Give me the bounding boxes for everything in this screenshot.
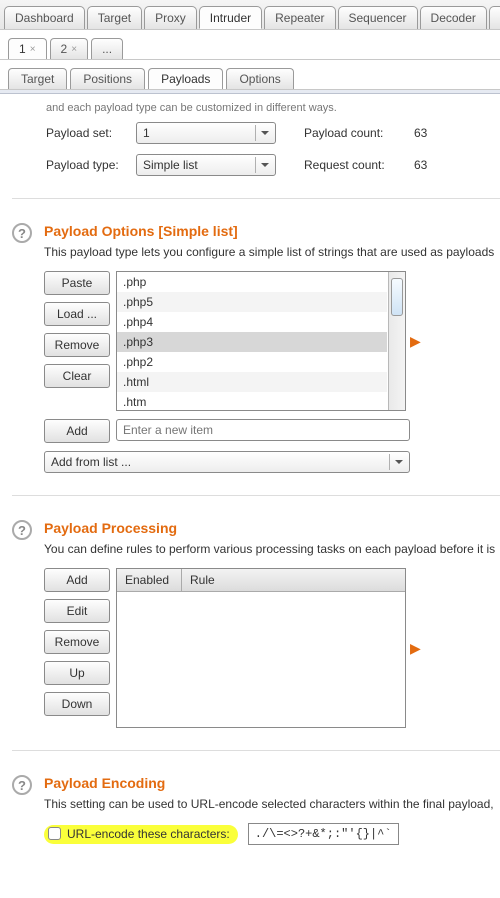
load-button[interactable]: Load ... xyxy=(44,302,110,326)
payload-set-value: 1 xyxy=(143,126,150,140)
list-item[interactable]: .php4 xyxy=(117,312,387,332)
col-enabled[interactable]: Enabled xyxy=(117,569,182,591)
payload-count-label: Payload count: xyxy=(304,126,414,140)
tab-target[interactable]: Target xyxy=(87,6,142,29)
session-tab-bar: 1 × 2 × ... xyxy=(0,30,500,60)
chevron-down-icon xyxy=(389,454,407,470)
tab-intruder[interactable]: Intruder xyxy=(199,6,262,29)
add-from-list-value: Add from list ... xyxy=(51,455,131,469)
help-icon[interactable]: ? xyxy=(12,520,32,540)
payload-set-select[interactable]: 1 xyxy=(136,122,276,144)
payload-options-title: Payload Options [Simple list] xyxy=(44,223,500,239)
close-icon[interactable]: × xyxy=(30,44,36,55)
tab-sequencer[interactable]: Sequencer xyxy=(338,6,418,29)
payload-count-value: 63 xyxy=(414,126,427,140)
paste-button[interactable]: Paste xyxy=(44,271,110,295)
clear-button[interactable]: Clear xyxy=(44,364,110,388)
intruder-tab-bar: Target Positions Payloads Options xyxy=(0,60,500,90)
intruder-tab-payloads[interactable]: Payloads xyxy=(148,68,223,89)
remove-button[interactable]: Remove xyxy=(44,333,110,357)
rules-table[interactable]: Enabled Rule xyxy=(116,568,406,728)
divider xyxy=(12,750,500,751)
caret-right-icon[interactable]: ▶ xyxy=(410,333,421,350)
payload-type-label: Payload type: xyxy=(46,158,136,172)
down-button[interactable]: Down xyxy=(44,692,110,716)
chevron-down-icon xyxy=(255,157,273,173)
session-tab-more[interactable]: ... xyxy=(91,38,123,59)
main-tab-bar: Dashboard Target Proxy Intruder Repeater… xyxy=(0,0,500,30)
session-tab-label: 1 xyxy=(19,42,26,56)
request-count-value: 63 xyxy=(414,158,427,172)
url-encode-chars-input[interactable]: ./\=<>?+&*;:"'{}|^` xyxy=(248,823,399,845)
session-tab-2[interactable]: 2 × xyxy=(50,38,89,59)
divider xyxy=(12,198,500,199)
list-item[interactable]: .htm xyxy=(117,392,387,410)
divider xyxy=(12,495,500,496)
up-button[interactable]: Up xyxy=(44,661,110,685)
url-encode-checkbox[interactable] xyxy=(48,827,61,840)
url-encode-label: URL-encode these characters: xyxy=(67,827,230,841)
payload-set-label: Payload set: xyxy=(46,126,136,140)
intruder-tab-options[interactable]: Options xyxy=(226,68,293,89)
close-icon[interactable]: × xyxy=(71,44,77,55)
trunc-text: and each payload type can be customized … xyxy=(46,102,500,114)
intruder-tab-target[interactable]: Target xyxy=(8,68,67,89)
payload-options-desc: This payload type lets you configure a s… xyxy=(44,245,500,259)
help-icon[interactable]: ? xyxy=(12,775,32,795)
request-count-label: Request count: xyxy=(304,158,414,172)
tab-proxy[interactable]: Proxy xyxy=(144,6,197,29)
payload-processing-title: Payload Processing xyxy=(44,520,500,536)
add-rule-button[interactable]: Add xyxy=(44,568,110,592)
payload-type-value: Simple list xyxy=(143,158,198,172)
session-tab-label: ... xyxy=(102,42,112,56)
payload-encoding-title: Payload Encoding xyxy=(44,775,500,791)
highlighted-region: URL-encode these characters: xyxy=(44,825,238,844)
tab-repeater[interactable]: Repeater xyxy=(264,6,335,29)
session-tab-label: 2 xyxy=(61,42,68,56)
list-item[interactable]: .php2 xyxy=(117,352,387,372)
edit-rule-button[interactable]: Edit xyxy=(44,599,110,623)
payload-listbox[interactable]: .php .php5 .php4 .php3 .php2 .html .htm xyxy=(116,271,406,411)
help-icon[interactable]: ? xyxy=(12,223,32,243)
payload-type-select[interactable]: Simple list xyxy=(136,154,276,176)
list-item[interactable]: .html xyxy=(117,372,387,392)
new-item-input[interactable] xyxy=(116,419,410,441)
scroll-thumb[interactable] xyxy=(391,278,403,316)
scrollbar[interactable] xyxy=(388,272,405,410)
list-item[interactable]: .php3 xyxy=(117,332,387,352)
session-tab-1[interactable]: 1 × xyxy=(8,38,47,59)
add-from-list-select[interactable]: Add from list ... xyxy=(44,451,410,473)
list-item[interactable]: .php xyxy=(117,272,387,292)
col-rule[interactable]: Rule xyxy=(182,569,405,591)
remove-rule-button[interactable]: Remove xyxy=(44,630,110,654)
tab-dashboard[interactable]: Dashboard xyxy=(4,6,85,29)
intruder-tab-positions[interactable]: Positions xyxy=(70,68,145,89)
tab-comparer[interactable]: Comparer xyxy=(489,6,500,29)
list-item[interactable]: .php5 xyxy=(117,292,387,312)
payload-processing-desc: You can define rules to perform various … xyxy=(44,542,500,556)
caret-right-icon[interactable]: ▶ xyxy=(410,640,421,657)
payload-encoding-desc: This setting can be used to URL-encode s… xyxy=(44,797,500,811)
tab-decoder[interactable]: Decoder xyxy=(420,6,487,29)
chevron-down-icon xyxy=(255,125,273,141)
add-button[interactable]: Add xyxy=(44,419,110,443)
